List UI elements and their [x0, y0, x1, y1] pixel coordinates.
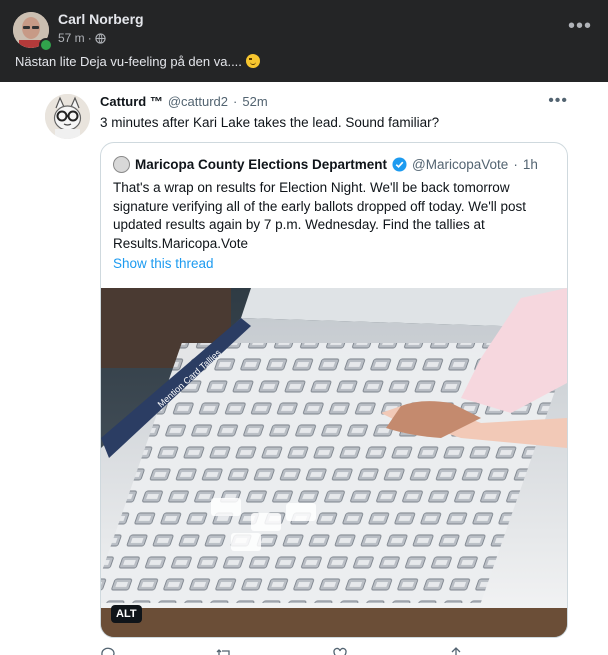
- retweet-action: [216, 646, 237, 655]
- catturd-avatar: [45, 94, 90, 139]
- ballot-tally-board-illustration: Mention Card Tallies: [101, 288, 567, 637]
- quoted-tweet-text: That's a wrap on results for Election Ni…: [113, 180, 527, 251]
- tweet-header: Catturd ™ @catturd2 · 52m: [100, 94, 268, 109]
- like-icon: [333, 647, 347, 655]
- alt-text-badge: ALT: [111, 605, 142, 623]
- post-time[interactable]: 57 m: [58, 31, 85, 45]
- show-thread-link: Show this thread: [113, 256, 214, 271]
- online-status-dot: [39, 38, 53, 52]
- tweet-text: 3 minutes after Kari Lake takes the lead…: [100, 115, 440, 130]
- tweet-handle: @catturd2: [167, 94, 229, 109]
- verified-badge-icon: [392, 157, 407, 172]
- quoted-tweet-header: Maricopa County Elections Department @Ma…: [113, 156, 538, 173]
- post-meta: 57 m ·: [58, 31, 106, 45]
- retweet-icon: [216, 649, 230, 655]
- quoted-author-name: Maricopa County Elections Department: [135, 157, 388, 172]
- shared-tweet-image[interactable]: Catturd ™ @catturd2 · 52m ••• 3 minutes …: [0, 82, 608, 655]
- smiling-face-emoji: [245, 54, 260, 68]
- facebook-post-header: Carl Norberg 57 m · ••• Nästan lite Deja…: [0, 0, 608, 82]
- tweet-time: 52m: [242, 94, 268, 109]
- tweet-author-name: Catturd ™: [100, 94, 163, 109]
- ballot-tally-photo: Mention Card Tallies ALT: [101, 288, 567, 637]
- post-options-button[interactable]: •••: [566, 12, 594, 40]
- quoted-time: 1h: [522, 157, 538, 172]
- quoted-tweet: Maricopa County Elections Department @Ma…: [100, 142, 568, 638]
- post-author-name[interactable]: Carl Norberg: [58, 11, 144, 27]
- reply-icon: [101, 647, 115, 655]
- share-action: [448, 646, 469, 655]
- reply-action: [100, 646, 121, 655]
- tweet-more-icon: •••: [548, 92, 568, 109]
- quoted-handle: @MaricopaVote: [412, 157, 509, 172]
- tweet-actions: [100, 646, 520, 655]
- like-action: [332, 646, 353, 655]
- share-icon: [451, 647, 461, 655]
- post-text: Nästan lite Deja vu-feeling på den va...…: [15, 54, 260, 69]
- maricopa-seal-avatar: [113, 156, 130, 173]
- globe-icon: [95, 32, 106, 44]
